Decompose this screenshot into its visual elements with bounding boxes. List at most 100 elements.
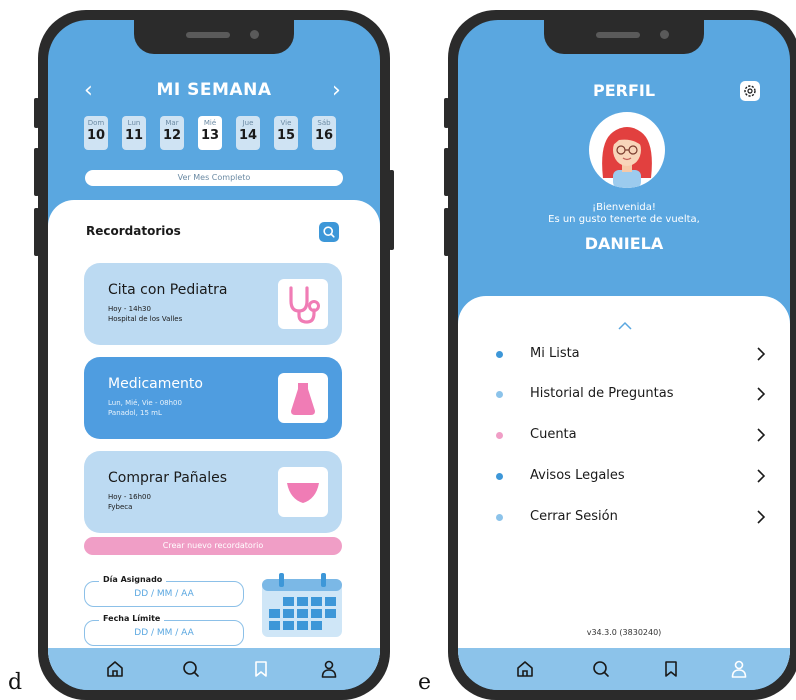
phone-button-volume-up [444,148,449,196]
stethoscope-icon [278,279,328,329]
bookmark-icon [665,661,677,677]
menu-item-account[interactable]: Cuenta [496,424,766,448]
chevron-right-icon [757,510,766,524]
day-friday[interactable]: Vie 15 [274,116,298,150]
screen-week: ‹ MI SEMANA › Dom 10 Lun 11 Mar 12 Mié 13 Ju… [48,20,380,690]
bullet-dot [496,432,503,439]
profile-menu-panel: Mi Lista Historial de Preguntas Cuenta A… [458,296,790,676]
chevron-right-icon [757,469,766,483]
welcome-line-2: Es un gusto tenerte de vuelta, [548,214,700,225]
phone-button-power [389,170,394,250]
bullet-dot [496,351,503,358]
menu-item-my-list[interactable]: Mi Lista [496,343,766,367]
reminder-time: Lun, Mié, Vie - 08h00 [108,399,182,407]
bullet-dot [496,473,503,480]
reminders-title: Recordatorios [86,224,181,238]
assigned-day-placeholder: DD / MM / AA [134,589,194,599]
reminder-title: Medicamento [108,376,203,392]
figure-label-d: d [8,670,23,695]
figure-label-e: e [418,670,432,695]
welcome-line-1: ¡Bienvenida! [592,202,656,213]
tab-profile[interactable] [728,658,750,680]
user-name: DANIELA [584,234,664,253]
notch [544,20,704,54]
day-saturday[interactable]: Sáb 16 [312,116,336,150]
tab-search[interactable] [180,658,202,680]
day-monday[interactable]: Lun 11 [122,116,146,150]
bookmark-icon [255,661,267,677]
day-sunday[interactable]: Dom 10 [84,116,108,150]
user-icon [731,660,747,678]
page-title: MI SEMANA [156,80,272,100]
create-reminder-button[interactable]: Crear nuevo recordatorio [84,537,342,555]
tab-home[interactable] [514,658,536,680]
avatar [589,112,665,188]
phone-frame-profile: PERFIL ¡Bienvenida! Es un gusto tenerte … [444,10,796,700]
day-tuesday[interactable]: Mar 12 [160,116,184,150]
week-header: ‹ MI SEMANA › [48,78,380,108]
phone-button-volume-down [34,208,39,256]
phone-button-volume-down [444,208,449,256]
view-full-month-button[interactable]: Ver Mes Completo [85,170,343,186]
welcome-message: ¡Bienvenida! Es un gusto tenerte de vuel… [458,202,790,226]
reminder-card-medication[interactable]: Medicamento Lun, Mié, Vie - 08h00 Panado… [84,357,342,439]
assigned-day-field[interactable]: Día Asignado DD / MM / AA [84,575,244,607]
menu-item-question-history[interactable]: Historial de Preguntas [496,383,766,407]
menu-item-label: Historial de Preguntas [530,386,674,401]
tab-saved[interactable] [660,658,682,680]
calendar-icon [261,573,343,639]
phone-button-mute [444,98,449,128]
reminder-detail: Panadol, 15 mL [108,409,162,417]
gear-icon [744,85,756,97]
search-icon [323,226,335,238]
chevron-right-icon [757,347,766,361]
phone-frame-week: ‹ MI SEMANA › Dom 10 Lun 11 Mar 12 Mié 13 Ju… [34,10,394,700]
menu-item-label: Mi Lista [530,346,580,361]
medicine-bottle-icon [278,373,328,423]
deadline-field[interactable]: Fecha Límite DD / MM / AA [84,614,244,646]
menu-item-label: Avisos Legales [530,468,625,483]
collapse-panel-button[interactable] [618,316,632,330]
menu-item-label: Cuenta [530,427,577,442]
chevron-up-icon [618,321,632,330]
tab-bar [458,648,790,690]
phone-button-mute [34,98,39,128]
reminder-card-pediatrician[interactable]: Cita con Pediatra Hoy - 14h30 Hospital d… [84,263,342,345]
day-wednesday-selected[interactable]: Mié 13 [198,116,222,150]
deadline-label: Fecha Límite [99,614,165,623]
screen-profile: PERFIL ¡Bienvenida! Es un gusto tenerte … [458,20,790,690]
week-day-strip: Dom 10 Lun 11 Mar 12 Mié 13 Jue 14 Vie 15 Sáb 1… [84,116,344,152]
reminder-title: Comprar Pañales [108,470,228,486]
reminder-time: Hoy - 14h30 [108,305,151,313]
diaper-icon [278,467,328,517]
home-icon [517,661,533,677]
menu-item-sign-out[interactable]: Cerrar Sesión [496,506,766,530]
settings-button[interactable] [740,81,760,101]
next-week-button[interactable]: › [332,78,341,103]
bullet-dot [496,391,503,398]
search-icon [183,661,199,677]
reminders-panel: Recordatorios Cita con Pediatra Hoy - 14… [48,200,380,670]
reminder-place: Hospital de los Valles [108,315,183,323]
notch [134,20,294,54]
app-version: v34.3.0 (3830240) [586,628,662,637]
day-thursday[interactable]: Jue 14 [236,116,260,150]
search-icon [593,661,609,677]
tab-profile[interactable] [318,658,340,680]
reminder-place: Fybeca [108,503,133,511]
chevron-right-icon [757,428,766,442]
chevron-right-icon [757,387,766,401]
phone-button-volume-up [34,148,39,196]
tab-home[interactable] [104,658,126,680]
home-icon [107,661,123,677]
assigned-day-label: Día Asignado [99,575,167,584]
reminder-card-diapers[interactable]: Comprar Pañales Hoy - 16h00 Fybeca [84,451,342,533]
reminder-time: Hoy - 16h00 [108,493,151,501]
tab-search[interactable] [590,658,612,680]
reminder-title: Cita con Pediatra [108,282,228,298]
deadline-placeholder: DD / MM / AA [134,628,194,638]
menu-item-legal-notices[interactable]: Avisos Legales [496,465,766,489]
tab-saved[interactable] [250,658,272,680]
user-icon [321,660,337,678]
search-reminders-button[interactable] [319,222,339,242]
